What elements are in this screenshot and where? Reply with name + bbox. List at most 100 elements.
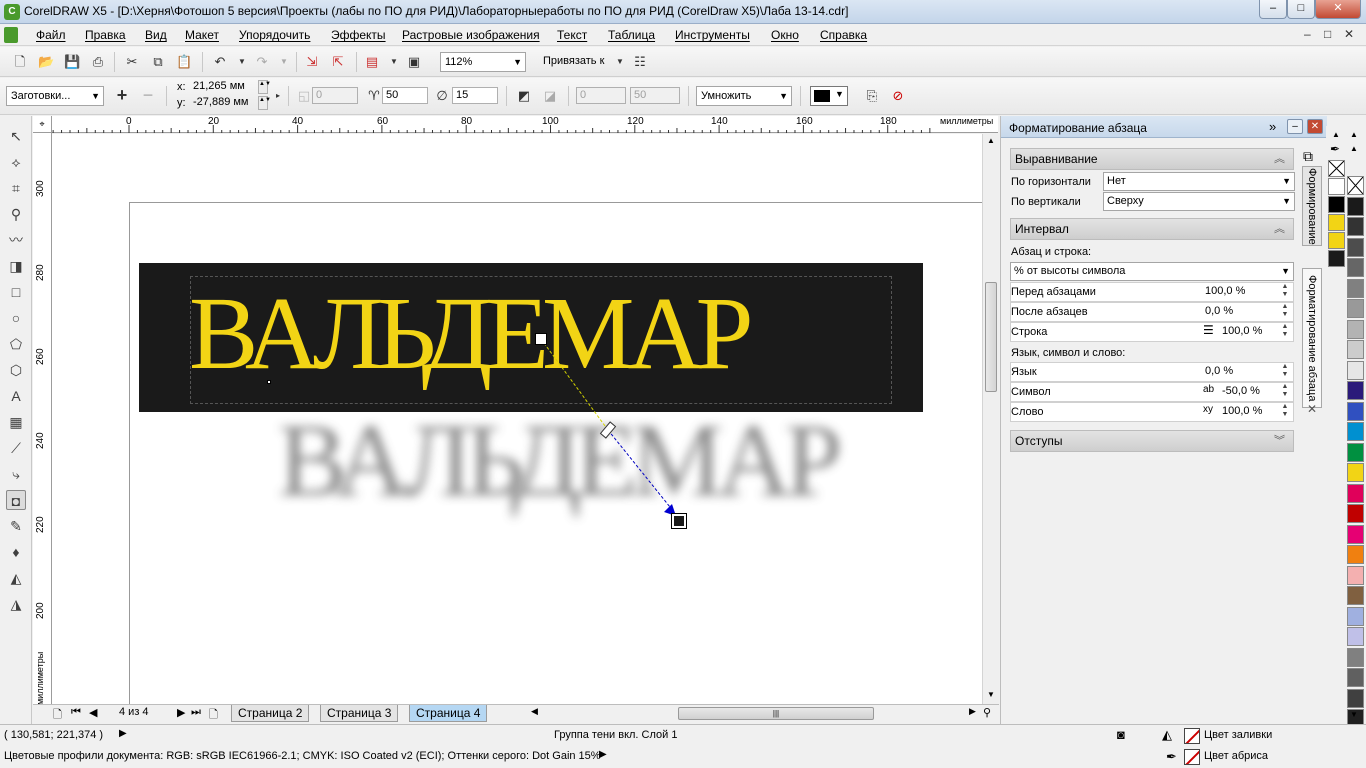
drawing-canvas[interactable]: ВАЛЬДЕМАР ВАЛЬДЕМАР <box>52 134 982 704</box>
palette-swatch[interactable] <box>1347 668 1364 687</box>
shadow-start-handle[interactable] <box>535 333 547 345</box>
presets-combo[interactable]: Заготовки... ▼ <box>6 86 104 106</box>
next-page-icon[interactable]: ▶ <box>177 706 185 719</box>
palette2-scroll-icon[interactable]: ▲ <box>1350 144 1358 153</box>
add-page-before-icon[interactable]: 🗋 <box>53 706 62 725</box>
palette-swatch[interactable] <box>1347 319 1364 339</box>
save-icon[interactable]: 💾 <box>64 54 80 70</box>
application-launcher-icon[interactable]: ▤ <box>364 54 380 70</box>
char-spacing-field[interactable]: -50,0 % <box>1222 385 1260 397</box>
coreldraw-app-icon[interactable]: C <box>4 4 20 20</box>
menu-bitmaps[interactable]: Растровые изображения <box>402 28 540 42</box>
palette-swatch[interactable] <box>1328 196 1345 213</box>
palette-swatch[interactable] <box>1347 340 1364 359</box>
shadow-end-handle[interactable] <box>671 513 687 529</box>
shadow-angle-field[interactable]: 0 <box>312 87 358 104</box>
smart-fill-icon[interactable]: ◨ <box>6 256 26 276</box>
eyedropper-tool-icon[interactable]: ✎ <box>6 516 26 536</box>
menu-help[interactable]: Справка <box>820 28 867 42</box>
horizontal-scroll-thumb[interactable]: ||| <box>678 707 874 720</box>
fill-color-none-swatch[interactable] <box>1184 728 1200 744</box>
palette-swatch[interactable] <box>1347 483 1364 503</box>
word-spacing-spinner[interactable]: ▲ ▼ <box>1277 403 1293 421</box>
scroll-down-icon[interactable]: ▼ <box>987 690 995 699</box>
palette-scroll-up-icon[interactable]: ▲ <box>1332 130 1340 139</box>
palette-swatch[interactable] <box>1347 401 1364 421</box>
pick-tool-icon[interactable]: ↖ <box>6 126 26 146</box>
char-spacing-spinner[interactable]: ▲ ▼ <box>1277 383 1293 401</box>
palette-swatch[interactable] <box>1347 217 1364 236</box>
scroll-right-icon[interactable]: ▶ <box>969 706 976 717</box>
no-color-swatch[interactable] <box>1328 160 1345 177</box>
menu-table[interactable]: Таблица <box>608 28 655 42</box>
remove-preset-icon[interactable]: − <box>140 86 156 104</box>
palette-swatch[interactable] <box>1347 606 1364 626</box>
line-spacing-spinner[interactable]: ▲ ▼ <box>1277 323 1293 341</box>
zoom-level-combo[interactable]: 112% ▼ <box>440 52 526 72</box>
freehand-tool-icon[interactable]: 〰 <box>6 230 26 250</box>
palette-swatch[interactable] <box>1347 504 1364 523</box>
paste-icon[interactable]: 📋 <box>176 54 192 70</box>
clear-shadow-icon[interactable]: ⊘ <box>890 88 906 104</box>
crop-tool-icon[interactable]: ⌗ <box>6 178 26 198</box>
menu-view[interactable]: Вид <box>145 28 167 42</box>
palette-swatch[interactable] <box>1347 278 1364 298</box>
zoom-tool-icon[interactable]: ⚲ <box>6 204 26 224</box>
shadow-opacity-field[interactable]: 50 <box>382 87 428 104</box>
copy-icon[interactable]: ⧉ <box>150 54 166 70</box>
palette-swatch[interactable] <box>1347 422 1364 441</box>
shadow-fade-field[interactable]: 0 <box>576 87 626 104</box>
docker-close-button[interactable]: ✕ <box>1307 119 1323 134</box>
dimension-tool-icon[interactable]: ⟋ <box>6 438 26 458</box>
expand-status-icon[interactable]: ▶ <box>119 728 127 739</box>
add-page-after-icon[interactable]: 🗋 <box>209 706 218 725</box>
palette-swatch[interactable] <box>1328 232 1345 249</box>
word-spacing-field[interactable]: 100,0 % <box>1222 405 1262 417</box>
after-paragraph-spinner[interactable]: ▲ ▼ <box>1277 303 1293 321</box>
drop-shadow-tool-icon[interactable]: ◘ <box>6 490 26 510</box>
palette-swatch[interactable] <box>1347 360 1364 380</box>
language-spacing-field[interactable]: 0,0 % <box>1205 365 1233 377</box>
palette-swatch[interactable] <box>1347 258 1364 277</box>
section-indents[interactable]: Отступы ︾ <box>1010 430 1294 452</box>
rectangle-tool-icon[interactable]: □ <box>6 282 26 302</box>
docker-minimize-button[interactable]: – <box>1287 119 1303 134</box>
menu-file[interactable]: Файл <box>36 28 66 42</box>
open-icon[interactable]: 📂 <box>38 54 54 70</box>
cut-icon[interactable]: ✂ <box>124 54 140 70</box>
palette-swatch[interactable] <box>1347 237 1364 257</box>
color-proof-icon[interactable]: ◙ <box>1117 727 1125 742</box>
menu-layout[interactable]: Макет <box>185 28 219 42</box>
docker-expand-icon[interactable]: » <box>1269 119 1276 134</box>
palette-swatch[interactable] <box>1347 647 1364 667</box>
tab-page-3[interactable]: Страница 3 <box>320 705 399 722</box>
feather-edges-icon[interactable]: ◪ <box>542 88 558 104</box>
palette-swatch[interactable] <box>1347 545 1364 564</box>
blend-mode-combo[interactable]: Умножить ▼ <box>696 86 792 106</box>
line-spacing-field[interactable]: 100,0 % <box>1222 325 1262 337</box>
connector-tool-icon[interactable]: ⤷ <box>6 464 26 484</box>
last-page-icon[interactable]: ⏭ <box>191 706 201 719</box>
menu-effects[interactable]: Эффекты <box>331 28 386 42</box>
tab-paragraph-formatting[interactable]: Форматирование абзаца <box>1302 268 1322 408</box>
vertical-ruler[interactable]: 300 280 260 240 220 200 миллиметры <box>33 133 52 705</box>
section-alignment[interactable]: Выравнивание ︽ <box>1010 148 1294 170</box>
import-icon[interactable]: ⇲ <box>304 54 320 70</box>
document-icon[interactable] <box>4 27 18 43</box>
vertical-align-select[interactable]: Сверху ▼ <box>1103 192 1295 211</box>
table-tool-icon[interactable]: ▦ <box>6 412 26 432</box>
tab-page-2[interactable]: Страница 2 <box>231 705 310 722</box>
fill-tool-icon[interactable]: ◭ <box>6 568 26 588</box>
first-page-icon[interactable]: ⏮ <box>71 706 81 719</box>
doc-restore-button[interactable]: □ <box>1324 27 1331 41</box>
tab-page-4[interactable]: Страница 4 <box>409 705 488 722</box>
options-icon[interactable]: ☷ <box>632 54 648 70</box>
palette-swatch[interactable] <box>1328 214 1345 231</box>
feather-direction-icon[interactable]: ◩ <box>516 88 532 104</box>
shape-tool-icon[interactable]: ⟡ <box>6 152 26 172</box>
horizontal-align-select[interactable]: Нет ▼ <box>1103 172 1295 191</box>
menu-edit[interactable]: Правка <box>85 28 126 42</box>
menu-text[interactable]: Текст <box>557 28 587 42</box>
new-document-icon[interactable]: 🗋 <box>12 54 28 70</box>
palette-swatch[interactable] <box>1347 442 1364 462</box>
